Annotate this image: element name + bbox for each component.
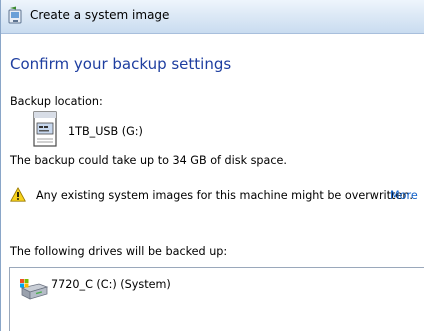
warning-icon — [10, 187, 26, 202]
disk-space-note: The backup could take up to 34 GB of dis… — [10, 154, 287, 167]
backup-location-value: 1TB_USB (G:) — [68, 125, 143, 138]
page-title: Confirm your backup settings — [10, 55, 232, 73]
more-information-link[interactable]: More — [390, 189, 418, 202]
drives-list: 7720_C (C:) (System) — [9, 267, 424, 331]
title-bar: Create a system image — [1, 0, 424, 34]
usb-drive-icon — [33, 111, 57, 147]
create-system-image-window: Create a system image Confirm your backu… — [0, 0, 424, 331]
window-title: Create a system image — [30, 8, 170, 22]
overwrite-warning-text: Any existing system images for this mach… — [36, 189, 413, 202]
back-arrow-icon[interactable] — [7, 6, 25, 26]
drive-label: 7720_C (C:) (System) — [51, 278, 171, 291]
backup-location-label: Backup location: — [10, 95, 103, 108]
hard-disk-icon — [20, 279, 49, 300]
drives-list-label: The following drives will be backed up: — [10, 245, 228, 258]
